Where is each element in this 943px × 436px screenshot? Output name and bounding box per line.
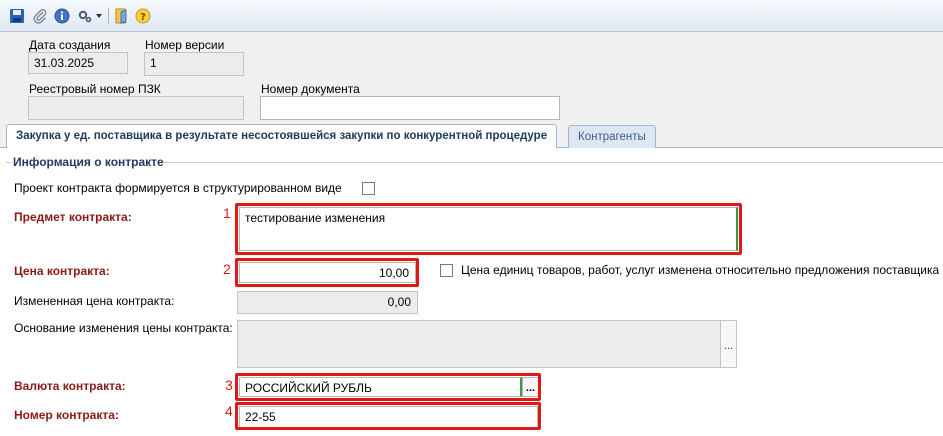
- price-label: Цена контракта:: [14, 264, 110, 278]
- price-change-basis-select-button[interactable]: ...: [720, 320, 737, 368]
- tab-counterparties[interactable]: Контрагенты: [568, 125, 656, 148]
- subject-label: Предмет контракта:: [14, 210, 132, 224]
- structured-label: Проект контракта формируется в структури…: [14, 181, 342, 195]
- svg-text:?: ?: [140, 12, 146, 23]
- tab-procurement[interactable]: Закупка у ед. поставщика в результате не…: [6, 124, 558, 148]
- help-icon[interactable]: ?: [135, 8, 151, 24]
- registry-number-label: Реестровый номер ПЗК: [29, 82, 161, 96]
- save-icon[interactable]: [9, 8, 25, 24]
- registry-number-field[interactable]: [28, 96, 244, 120]
- group-title: Информация о контракте: [13, 155, 164, 169]
- price-change-basis-field[interactable]: [237, 320, 721, 368]
- group-border-left: [6, 162, 11, 163]
- callout-3: 3: [225, 377, 233, 393]
- price-change-basis-label: Основание изменения цены контракта:: [14, 321, 233, 335]
- highlight-number: [235, 402, 541, 430]
- document-number-label: Номер документа: [261, 82, 360, 96]
- number-label: Номер контракта:: [14, 408, 119, 422]
- version-label: Номер версии: [145, 38, 225, 52]
- info-icon[interactable]: [54, 8, 70, 24]
- attachment-icon[interactable]: [32, 8, 48, 24]
- version-field[interactable]: 1: [144, 52, 244, 76]
- exit-icon[interactable]: [114, 8, 130, 24]
- settings-icon[interactable]: [77, 8, 93, 24]
- creation-date-label: Дата создания: [29, 38, 111, 52]
- callout-2: 2: [223, 261, 231, 277]
- highlight-price: [235, 258, 419, 287]
- unit-price-changed-label: Цена единиц товаров, работ, услуг измене…: [461, 263, 940, 277]
- document-number-field[interactable]: [260, 96, 560, 120]
- group-border-right: [163, 162, 943, 163]
- highlight-currency: [235, 373, 541, 401]
- changed-price-field[interactable]: 0,00: [237, 291, 418, 314]
- changed-price-label: Измененная цена контракта:: [14, 294, 175, 308]
- highlight-subject: [235, 203, 742, 255]
- currency-label: Валюта контракта:: [14, 379, 126, 393]
- creation-date-field[interactable]: 31.03.2025: [28, 52, 128, 74]
- toolbar: ?: [0, 0, 943, 32]
- unit-price-changed-checkbox[interactable]: [440, 264, 453, 277]
- toolbar-separator: [108, 8, 109, 24]
- dropdown-arrow-icon[interactable]: [94, 8, 104, 24]
- callout-1: 1: [223, 205, 231, 221]
- callout-4: 4: [225, 403, 233, 419]
- structured-checkbox[interactable]: [362, 182, 375, 195]
